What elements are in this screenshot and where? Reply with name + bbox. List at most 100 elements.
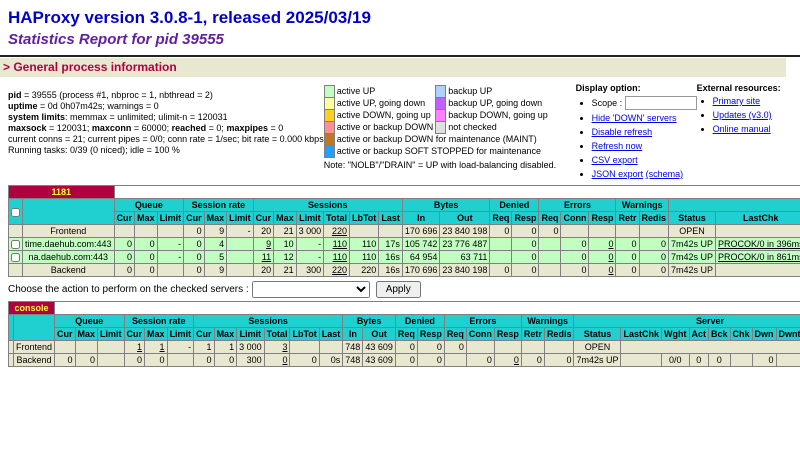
column-header-sess-cur: Cur [194, 328, 215, 341]
external-resource-link[interactable]: Updates (v3.0) [713, 110, 772, 120]
divider [0, 55, 800, 57]
legend-swatch [324, 98, 334, 110]
cell-lastchk [716, 264, 800, 277]
cell-denied-resp: 0 [417, 341, 444, 354]
legend-note: Note: "NOLB"/"DRAIN" = UP with load-bala… [324, 160, 576, 170]
row-checkbox-cell[interactable] [9, 251, 23, 264]
column-header-denied-resp: Resp [512, 212, 539, 225]
cell-denied-resp: 0 [512, 251, 539, 264]
row-frontend: Frontend11-113 000374843 609000OPEN [9, 341, 800, 354]
process-info-text: : memmax = unlimited; ulimit-n = 120031 [65, 112, 228, 122]
cell-sess-cur: 9 [253, 238, 274, 251]
column-group-bytes: Bytes [343, 315, 396, 328]
proxy-name-tab[interactable]: 1181 [9, 186, 115, 199]
cell-weight: 0/0 [662, 354, 690, 367]
column-header-lbtot: LbTot [290, 328, 319, 341]
scope-item: Scope : [592, 96, 697, 110]
process-info-text: = 120031; [47, 123, 92, 133]
cell-lbtot: 110 [349, 238, 378, 251]
process-info-text: current conns = 21; current pipes = 0/0;… [8, 134, 324, 144]
external-resource-link[interactable]: Primary site [713, 96, 761, 106]
column-group-warnings: Warnings [616, 199, 669, 212]
cell-sess-total: 3 [264, 341, 290, 354]
table-mount-1181: 1181QueueSession rateSessionsBytesDenied… [0, 185, 800, 277]
cell-rate-limit: - [227, 225, 254, 238]
cell-rate-max: 0 [145, 354, 168, 367]
display-option-link[interactable]: Hide 'DOWN' servers [592, 113, 677, 123]
cell-queue-max: 0 [135, 264, 158, 277]
cell-bck: 0 [709, 354, 731, 367]
cell-rate-max: 4 [204, 238, 227, 251]
select-all-checkbox[interactable] [11, 208, 20, 217]
column-header-weight: Wght [662, 328, 690, 341]
cell-denied-req [490, 238, 512, 251]
display-option-link[interactable]: CSV export [592, 155, 638, 165]
cell-queue-limit [98, 341, 125, 354]
process-info-text: maxsock [8, 123, 47, 133]
cell-warn-redis [544, 341, 574, 354]
column-header-err-resp: Resp [494, 328, 521, 341]
server-checkbox[interactable] [11, 240, 20, 249]
row-checkbox-cell[interactable] [9, 238, 23, 251]
cell-err-req: 0 [539, 225, 561, 238]
json-export-link[interactable]: JSON export [592, 169, 644, 179]
cell-status: 7m42s UP [669, 238, 716, 251]
cell-rate-cur: 0 [184, 264, 205, 277]
apply-button[interactable]: Apply [376, 281, 421, 298]
column-header-sess-limit: Limit [296, 212, 324, 225]
cell-queue-max: 0 [75, 354, 98, 367]
cell-sess-limit: 3 000 [237, 341, 265, 354]
cell-queue-limit: - [157, 238, 184, 251]
legend-swatch [324, 86, 334, 98]
process-info: pid = 39555 (process #1, nbproc = 1, nbt… [8, 83, 324, 156]
cell-sess-max: 21 [274, 225, 297, 238]
process-info-text: system limits [8, 112, 65, 122]
column-header-rate-limit: Limit [227, 212, 254, 225]
legend-table: active UP backup UP active UP, going dow… [324, 86, 550, 158]
column-header-denied-req: Req [490, 212, 512, 225]
display-option-link[interactable]: Refresh now [592, 141, 643, 151]
json-schema-link[interactable]: (schema) [646, 169, 684, 179]
cell-bytes-out: 23 840 198 [440, 225, 490, 238]
cell-err-conn: 0 [561, 264, 589, 277]
column-header-sess-limit: Limit [237, 328, 265, 341]
column-group-warnings: Warnings [521, 315, 574, 328]
cell-chk [730, 354, 752, 367]
legend-swatch [436, 122, 446, 134]
cell-rate-cur: 0 [124, 354, 145, 367]
process-info-line: Running tasks: 0/39 (0 niced); idle = 10… [8, 145, 324, 156]
process-info-line: uptime = 0d 0h07m42s; warnings = 0 [8, 101, 324, 112]
column-header-denied-resp: Resp [417, 328, 444, 341]
column-header-warn-redis: Redis [544, 328, 574, 341]
cell-queue-cur: 0 [114, 251, 135, 264]
column-header-last: Last [379, 212, 403, 225]
column-group-server: Server [669, 199, 800, 212]
column-header-warn-retr: Retr [521, 328, 544, 341]
select-all-cell[interactable] [9, 199, 23, 225]
column-group-server: Server [574, 315, 800, 328]
scope-label: Scope : [592, 98, 623, 108]
cell-sess-limit: 300 [237, 354, 265, 367]
cell-sess-total: 110 [324, 251, 350, 264]
display-options: Display option: Scope : Hide 'DOWN' serv… [576, 83, 697, 183]
cell-err-resp: 0 [494, 354, 521, 367]
cell-err-conn: 0 [561, 238, 589, 251]
server-checkbox[interactable] [11, 253, 20, 262]
cell-err-resp [589, 225, 616, 238]
cell-last: 0s [319, 354, 343, 367]
cell-rate-limit [167, 354, 194, 367]
cell-status: 7m42s UP [669, 264, 716, 277]
action-select[interactable] [252, 281, 370, 298]
page-title-haproxy-home-link[interactable]: HAProxy version 3.0.8-1, released 2025/0… [8, 8, 800, 28]
cell-sess-total: 220 [324, 264, 350, 277]
legend-label: active or backup DOWN [334, 122, 436, 134]
scope-input[interactable] [625, 96, 697, 110]
cell-queue-cur: 0 [114, 264, 135, 277]
proxy-name-tab[interactable]: console [9, 302, 55, 315]
column-group-sessions: Sessions [194, 315, 343, 328]
cell-sess-limit: 300 [296, 264, 324, 277]
external-resource-link[interactable]: Online manual [713, 124, 771, 134]
cell-warn-retr: 0 [616, 264, 639, 277]
column-header-queue-limit: Limit [157, 212, 184, 225]
display-option-link[interactable]: Disable refresh [592, 127, 653, 137]
